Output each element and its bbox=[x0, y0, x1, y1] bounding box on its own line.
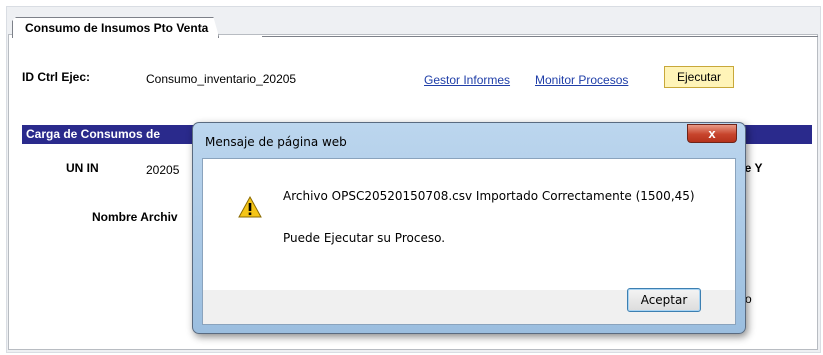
close-button[interactable]: x bbox=[687, 124, 737, 143]
dialog-body: Archivo OPSC20520150708.csv Importado Co… bbox=[202, 158, 736, 291]
run-button[interactable]: Ejecutar bbox=[664, 66, 734, 88]
unit-label: UN IN bbox=[66, 161, 99, 175]
message-dialog: Mensaje de página web x Archivo OPSC2052… bbox=[192, 122, 746, 334]
tab-consumo-insumos[interactable]: Consumo de Insumos Pto Venta bbox=[12, 17, 219, 38]
run-control-label: ID Ctrl Ejec: bbox=[22, 70, 91, 84]
warning-icon bbox=[238, 195, 262, 218]
dialog-message-line-1: Archivo OPSC20520150708.csv Importado Co… bbox=[283, 189, 695, 203]
close-icon: x bbox=[708, 126, 716, 141]
process-monitor-link[interactable]: Monitor Procesos bbox=[535, 73, 628, 87]
unit-value: 20205 bbox=[146, 163, 180, 177]
report-manager-link[interactable]: Gestor Informes bbox=[424, 73, 510, 87]
file-name-label: Nombre Archiv bbox=[92, 210, 178, 224]
accept-button[interactable]: Aceptar bbox=[627, 288, 701, 312]
tab-divider bbox=[262, 36, 818, 37]
dialog-title: Mensaje de página web bbox=[205, 135, 347, 149]
run-control-value: Consumo_inventario_20205 bbox=[146, 72, 297, 86]
partial-field-text-2: o bbox=[745, 292, 752, 306]
dialog-message-line-2: Puede Ejecutar su Proceso. bbox=[283, 231, 446, 245]
